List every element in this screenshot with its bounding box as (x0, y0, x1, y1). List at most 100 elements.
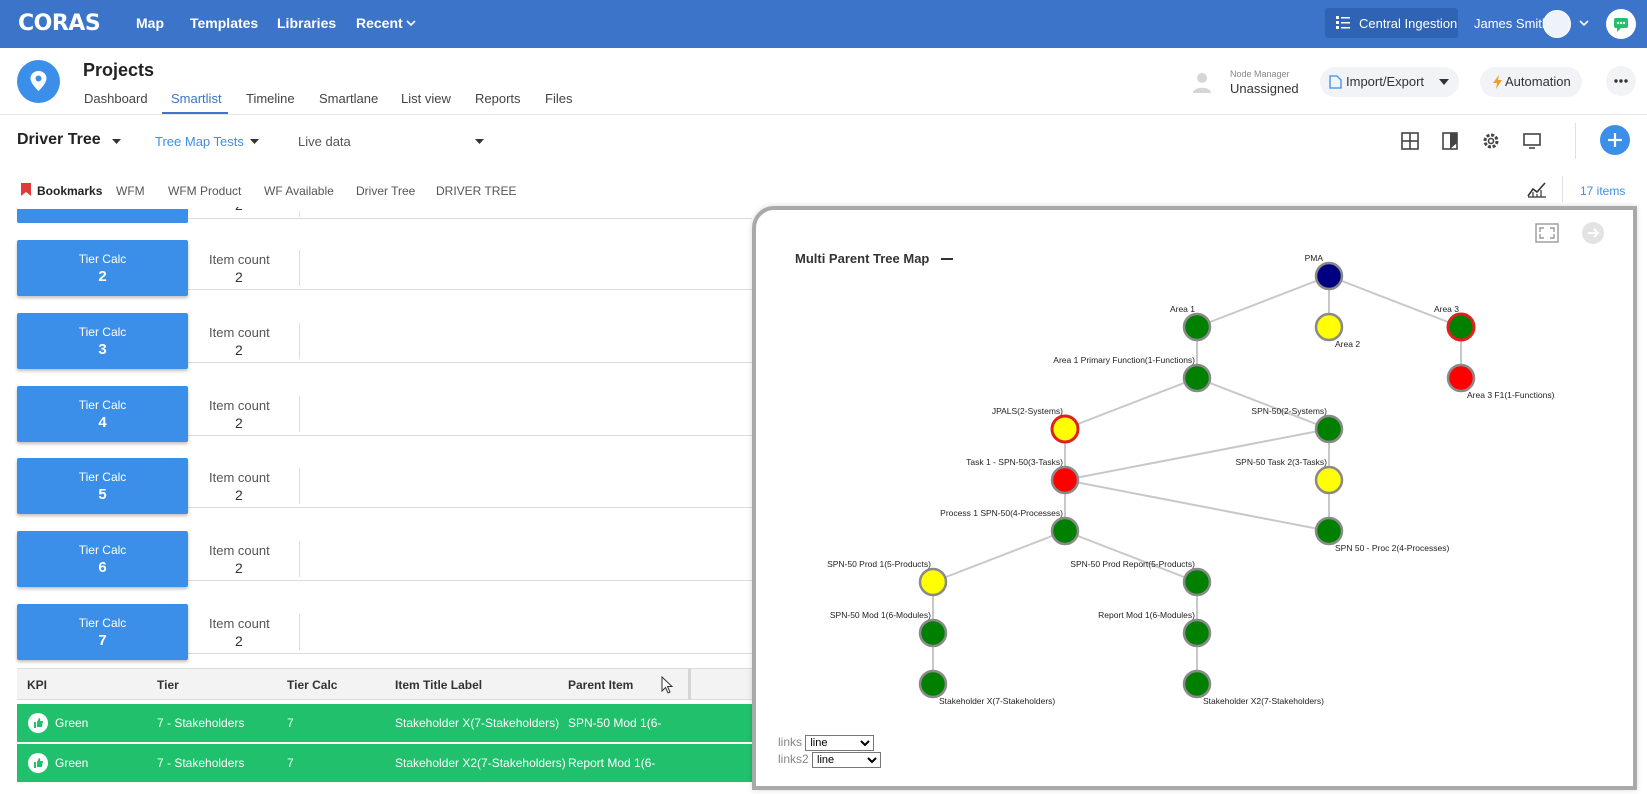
tree-link (1064, 428, 1330, 481)
tier-calc-box[interactable]: Tier Calc 3 (17, 313, 188, 369)
automation-button[interactable]: Automation (1480, 67, 1582, 97)
tier-row-partial[interactable]: 2 (17, 169, 752, 223)
table-row[interactable]: Green 7 - Stakeholders 7 Stakeholder X2(… (17, 744, 752, 782)
nav-templates[interactable]: Templates (190, 15, 258, 31)
nav-libraries[interactable]: Libraries (277, 15, 336, 31)
central-ingestion-button[interactable]: Central Ingestion (1325, 8, 1458, 38)
links2-select[interactable]: line (812, 752, 882, 768)
thumbs-up-icon (28, 713, 48, 733)
filter-selector[interactable]: Tree Map Tests (155, 134, 244, 149)
tree-map-canvas[interactable]: PMA Area 1 Area 2 Area 3 Area 1 Primary Func… (756, 210, 1637, 790)
tier-row[interactable]: Tier Calc 5 Item count 2 (17, 458, 752, 514)
gear-icon[interactable] (1481, 131, 1501, 151)
tab-dashboard[interactable]: Dashboard (84, 91, 148, 106)
items-count: 17 items (1580, 184, 1626, 198)
tree-node-a2[interactable] (1314, 312, 1344, 342)
grid-icon[interactable] (1400, 131, 1420, 151)
tab-timeline[interactable]: Timeline (246, 91, 295, 106)
more-options-button[interactable] (1606, 66, 1636, 96)
cell-item-title: Stakeholder X2(7-Stakeholders) (395, 756, 566, 770)
chat-icon[interactable] (1606, 9, 1636, 39)
monitor-icon[interactable] (1522, 131, 1542, 151)
import-export-button[interactable]: Import/Export (1320, 67, 1459, 97)
tier-row[interactable]: Tier Calc 3 Item count 2 (17, 313, 752, 369)
column-header-item-title[interactable]: Item Title Label (395, 678, 482, 692)
tier-divider (299, 541, 300, 577)
tree-node-a3[interactable] (1446, 312, 1476, 342)
tier-row[interactable]: Tier Calc 7 Item count 2 (17, 604, 752, 660)
chevron-down-icon[interactable] (406, 19, 416, 27)
chevron-down-icon[interactable] (250, 139, 259, 145)
tree-node-mod1[interactable] (918, 618, 948, 648)
avatar[interactable] (1543, 10, 1571, 38)
tier-calc-box[interactable] (17, 209, 188, 223)
links2-label: links2 (778, 752, 809, 766)
tier-calc-value: 5 (98, 486, 107, 503)
tree-node-rmod1[interactable] (1182, 618, 1212, 648)
tier-calc-box[interactable]: Tier Calc 6 (17, 531, 188, 587)
tree-node-spn50[interactable] (1314, 414, 1344, 444)
tree-node-prodr[interactable] (1182, 567, 1212, 597)
tier-row[interactable]: Tier Calc 2 Item count 2 (17, 240, 752, 296)
toolbar-divider (1575, 123, 1576, 159)
tree-node-task2[interactable] (1314, 465, 1344, 495)
chevron-down-icon[interactable] (112, 139, 121, 145)
tier-calc-box[interactable]: Tier Calc 5 (17, 458, 188, 514)
central-ingestion-label: Central Ingestion (1359, 16, 1458, 31)
tree-node-label: Report Mod 1(6-Modules) (1098, 610, 1195, 620)
tree-node-proc2[interactable] (1314, 516, 1344, 546)
tree-node-jpals[interactable] (1050, 414, 1080, 444)
tree-node-a1[interactable] (1182, 312, 1212, 342)
tree-node-shx[interactable] (918, 669, 948, 699)
column-resize-handle[interactable] (688, 669, 691, 700)
coras-logo[interactable]: CORAS (18, 11, 101, 36)
nav-map[interactable]: Map (136, 15, 164, 31)
tree-node-label: Task 1 - SPN-50(3-Tasks) (966, 457, 1063, 467)
table-row[interactable]: Green 7 - Stakeholders 7 Stakeholder X(7… (17, 704, 752, 742)
node-manager-value[interactable]: Unassigned (1230, 81, 1299, 96)
tree-link (1064, 530, 1198, 583)
tree-node-pma[interactable] (1314, 261, 1344, 291)
tier-calc-box[interactable]: Tier Calc 4 (17, 386, 188, 442)
user-name[interactable]: James Smith (1474, 16, 1549, 31)
tree-node-proc1[interactable] (1050, 516, 1080, 546)
tab-smartlist[interactable]: Smartlist (171, 91, 222, 106)
chevron-down-icon[interactable] (475, 139, 484, 145)
tier-calc-box[interactable]: Tier Calc 7 (17, 604, 188, 660)
tier-calc-box[interactable]: Tier Calc 2 (17, 240, 188, 296)
tree-node-label: Area 1 Primary Function(1-Functions) (1053, 355, 1195, 365)
user-chevron-down-icon[interactable] (1579, 19, 1589, 27)
tree-node-prod1[interactable] (918, 567, 948, 597)
compare-icon[interactable] (1440, 131, 1460, 151)
tier-calc-label: Tier Calc (78, 252, 127, 266)
cell-item-title: Stakeholder X(7-Stakeholders) (395, 716, 560, 730)
tree-node-shx2[interactable] (1182, 669, 1212, 699)
chart-icon[interactable] (1527, 180, 1547, 198)
automation-label: Automation (1505, 74, 1571, 89)
tier-row[interactable]: Tier Calc 4 Item count 2 (17, 386, 752, 442)
tab-smartlane[interactable]: Smartlane (319, 91, 378, 106)
tree-node-label: PMA (1305, 253, 1324, 263)
tree-node-label: SPN 50 - Proc 2(4-Processes) (1335, 543, 1449, 553)
view-selector[interactable]: Driver Tree (17, 131, 101, 149)
tree-node-task1[interactable] (1050, 465, 1080, 495)
links2-control: links2 line (778, 752, 882, 768)
tab-list-view[interactable]: List view (401, 91, 451, 106)
tab-reports[interactable]: Reports (475, 91, 521, 106)
tier-divider (299, 396, 300, 432)
tree-link (1196, 275, 1330, 328)
item-count-label: Item count (209, 398, 270, 413)
column-header-kpi[interactable]: KPI (27, 678, 47, 692)
tier-row[interactable]: Tier Calc 6 Item count 2 (17, 531, 752, 587)
tree-node-a1pf[interactable] (1182, 363, 1212, 393)
chevron-down-icon[interactable] (1439, 79, 1449, 86)
nav-recent[interactable]: Recent (356, 15, 403, 31)
data-mode-selector[interactable]: Live data (298, 134, 351, 149)
tab-files[interactable]: Files (545, 91, 572, 106)
column-header-tier[interactable]: Tier (157, 678, 179, 692)
tree-node-a3f1[interactable] (1446, 363, 1476, 393)
add-button[interactable] (1600, 125, 1630, 155)
column-header-tier-calc[interactable]: Tier Calc (287, 678, 337, 692)
links-select[interactable]: line (805, 735, 875, 751)
column-header-parent-item[interactable]: Parent Item (568, 678, 633, 692)
